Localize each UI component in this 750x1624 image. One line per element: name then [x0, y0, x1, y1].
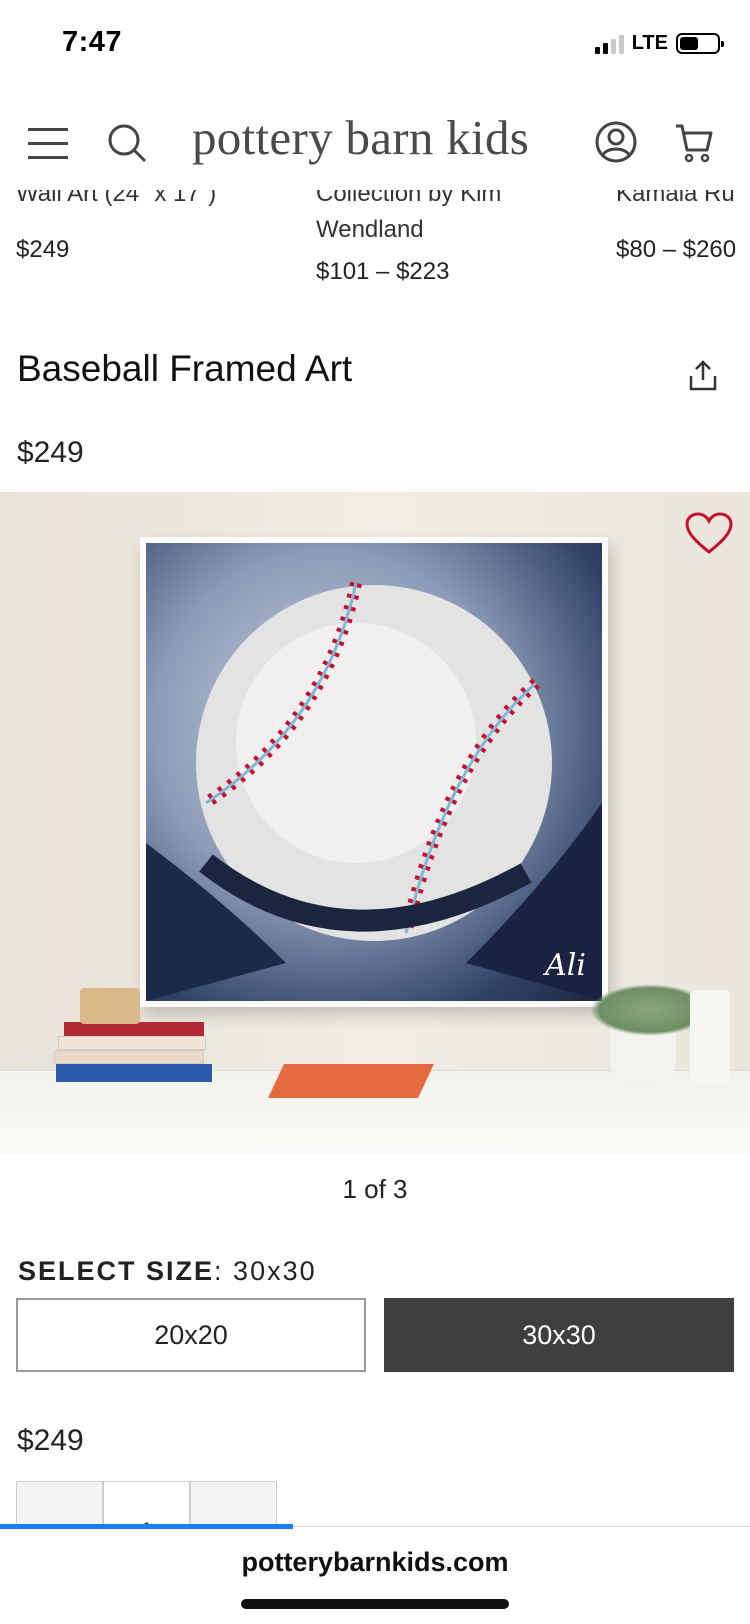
site-header: pottery barn kids [0, 92, 750, 198]
pencil-cup [690, 990, 730, 1084]
selected-size-value: 30x30 [233, 1256, 317, 1286]
recommendation-name: Collection by Kim [316, 190, 502, 207]
status-time: 7:47 [62, 26, 123, 58]
notebook [268, 1064, 434, 1098]
size-option-20x20[interactable]: 20x20 [16, 1298, 366, 1372]
signal-icon [594, 34, 624, 54]
network-label: LTE [631, 32, 668, 54]
brand-logo[interactable]: pottery barn kids [192, 109, 529, 166]
framed-art: Ali [140, 537, 608, 1007]
recommendation-price: $80 – $260 [616, 236, 737, 263]
size-option-30x30[interactable]: 30x30 [384, 1298, 734, 1372]
recommendation-card[interactable]: Wall Art (24" x 17") $249 [16, 190, 216, 264]
browser-address-bar[interactable]: potterybarnkids.com [0, 1524, 750, 1624]
artist-signature: Ali [545, 948, 586, 983]
recommendation-card[interactable]: Kamala Ru $80 – $260 [616, 190, 736, 264]
recommendations-carousel[interactable]: Wall Art (24" x 17") $249 Collection by … [0, 190, 750, 310]
url-text[interactable]: potterybarnkids.com [0, 1547, 750, 1578]
recommendation-name: Wall Art (24" x 17") [16, 190, 217, 207]
product-price: $249 [17, 436, 84, 469]
cart-icon[interactable] [674, 122, 714, 164]
book-stack [54, 1022, 214, 1084]
select-size-label: SELECT SIZE: 30x30 [18, 1256, 317, 1286]
share-icon[interactable] [688, 360, 718, 397]
status-indicators: LTE [594, 32, 724, 55]
recommendation-price: $101 – $223 [316, 258, 450, 285]
variant-price: $249 [17, 1424, 84, 1457]
recommendation-name-line2: Wendland [316, 216, 424, 243]
home-indicator[interactable] [241, 1599, 509, 1609]
recommendation-price: $249 [16, 236, 70, 263]
wooden-toy [80, 988, 140, 1024]
heart-icon[interactable] [684, 512, 734, 561]
search-icon[interactable] [106, 122, 148, 164]
battery-icon [676, 33, 724, 54]
page-load-progress [0, 1524, 293, 1529]
image-counter: 1 of 3 [342, 1174, 408, 1204]
recommendation-name: Kamala Ru [616, 190, 735, 207]
baseball-painting: Ali [146, 543, 602, 1001]
hamburger-menu-icon[interactable] [28, 125, 70, 161]
product-title: Baseball Framed Art [17, 348, 353, 389]
recommendation-card[interactable]: Collection by Kim Wendland $101 – $223 [316, 190, 501, 286]
status-bar: 7:47 LTE [0, 0, 750, 92]
product-image[interactable]: Ali [0, 492, 750, 1154]
account-icon[interactable] [594, 120, 638, 164]
